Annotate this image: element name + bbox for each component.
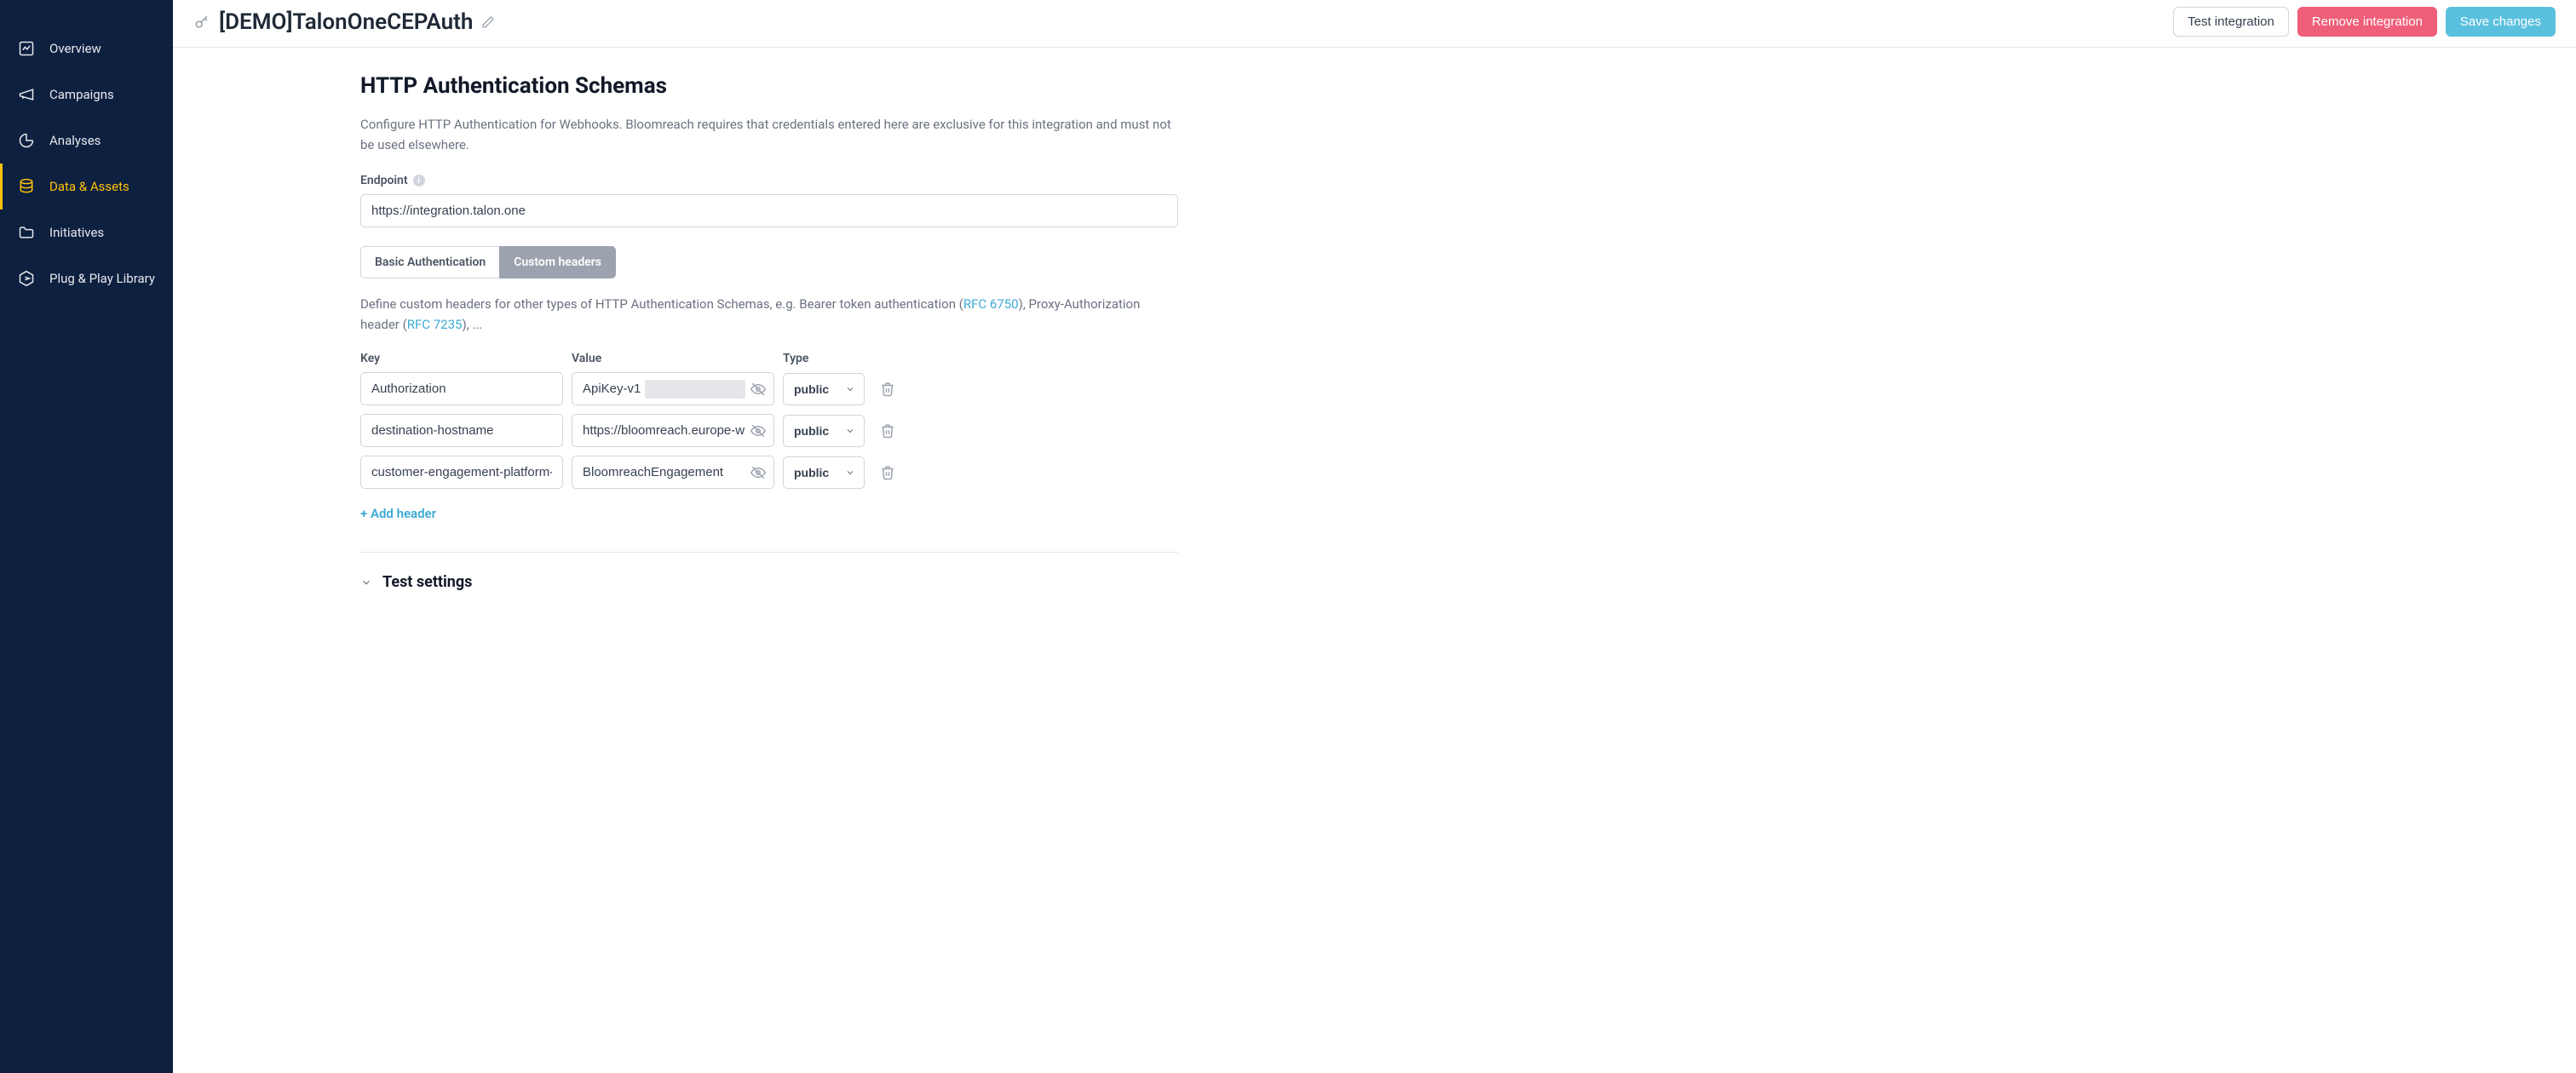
key-icon — [193, 14, 210, 31]
masked-secret — [645, 380, 745, 399]
test-integration-button[interactable]: Test integration — [2173, 7, 2289, 37]
chevron-down-icon — [360, 577, 372, 588]
page-title: [DEMO]TalonOneCEPAuth — [219, 9, 473, 35]
sidebar-item-initiatives[interactable]: Initiatives — [0, 209, 173, 255]
test-settings-title: Test settings — [382, 573, 472, 591]
header-key-input[interactable] — [360, 372, 563, 405]
tab-basic-auth[interactable]: Basic Authentication — [360, 246, 499, 278]
page-header: [DEMO]TalonOneCEPAuth Test integration R… — [173, 0, 2576, 48]
overview-icon — [17, 39, 36, 58]
pie-chart-icon — [17, 131, 36, 150]
header-key-input[interactable] — [360, 456, 563, 489]
sidebar-item-label: Campaigns — [49, 87, 114, 102]
sidebar-item-analyses[interactable]: Analyses — [0, 118, 173, 164]
trash-icon[interactable] — [880, 382, 895, 397]
sidebar-item-data-assets[interactable]: Data & Assets — [0, 164, 173, 209]
sidebar-item-plug-play[interactable]: Plug & Play Library — [0, 255, 173, 301]
tab-custom-headers[interactable]: Custom headers — [499, 246, 616, 278]
column-type: Type — [783, 352, 865, 365]
sidebar-item-label: Initiatives — [49, 225, 104, 240]
trash-icon[interactable] — [880, 465, 895, 480]
test-settings-toggle[interactable]: Test settings — [360, 573, 1178, 591]
header-row: public — [360, 372, 1178, 405]
trash-icon[interactable] — [880, 423, 895, 439]
rfc6750-link[interactable]: RFC 6750 — [963, 296, 1019, 312]
save-changes-button[interactable]: Save changes — [2446, 7, 2556, 37]
sidebar-item-overview[interactable]: Overview — [0, 26, 173, 72]
custom-headers-description: Define custom headers for other types of… — [360, 294, 1178, 335]
database-icon — [17, 177, 36, 196]
info-icon[interactable]: i — [413, 175, 425, 186]
header-value-input[interactable] — [572, 456, 774, 489]
column-value: Value — [572, 352, 774, 365]
header-type-select[interactable]: public — [783, 456, 865, 489]
main-panel: [DEMO]TalonOneCEPAuth Test integration R… — [173, 0, 2576, 1073]
eye-off-icon[interactable] — [750, 382, 766, 397]
header-row: public — [360, 456, 1178, 489]
header-type-select[interactable]: public — [783, 373, 865, 405]
endpoint-input[interactable] — [360, 194, 1178, 227]
endpoint-label: Endpoint i — [360, 174, 1178, 187]
sidebar-item-label: Analyses — [49, 133, 101, 148]
edit-icon[interactable] — [481, 15, 495, 29]
headers-table: Key Value Type public — [360, 352, 1178, 489]
section-description: Configure HTTP Authentication for Webhoo… — [360, 114, 1178, 155]
header-row: public — [360, 414, 1178, 447]
eye-off-icon[interactable] — [750, 465, 766, 480]
folder-icon — [17, 223, 36, 242]
eye-off-icon[interactable] — [750, 423, 766, 439]
hexagon-icon — [17, 269, 36, 288]
header-key-input[interactable] — [360, 414, 563, 447]
section-title: HTTP Authentication Schemas — [360, 73, 1178, 99]
header-type-select[interactable]: public — [783, 415, 865, 447]
sidebar: Overview Campaigns Analyses Data & Asset… — [0, 0, 173, 1073]
sidebar-item-label: Data & Assets — [49, 179, 129, 194]
sidebar-item-campaigns[interactable]: Campaigns — [0, 72, 173, 118]
remove-integration-button[interactable]: Remove integration — [2297, 7, 2437, 37]
rfc7235-link[interactable]: RFC 7235 — [407, 317, 463, 332]
divider — [360, 552, 1178, 553]
add-header-link[interactable]: + Add header — [360, 506, 436, 521]
auth-tabs: Basic Authentication Custom headers — [360, 246, 1178, 278]
column-key: Key — [360, 352, 563, 365]
megaphone-icon — [17, 85, 36, 104]
sidebar-item-label: Overview — [49, 41, 101, 56]
header-value-input[interactable] — [572, 414, 774, 447]
sidebar-item-label: Plug & Play Library — [49, 271, 155, 286]
